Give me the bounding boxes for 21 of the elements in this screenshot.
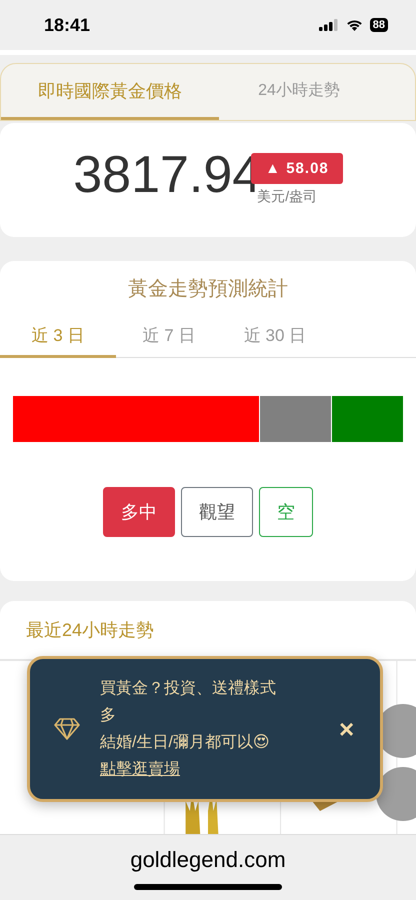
close-button[interactable]: × (335, 715, 358, 743)
forecast-option-button[interactable]: 空 (259, 487, 313, 537)
promo-text: 買黃金？投資、送禮樣式多 (100, 678, 277, 726)
period-tab[interactable]: 近 7 日 (116, 316, 222, 358)
period-tab[interactable]: 近 30 日 (222, 316, 328, 358)
tab[interactable]: 24小時走勢 (219, 64, 379, 120)
period-tab[interactable]: 近 3 日 (0, 316, 116, 358)
tab[interactable]: 即時國際黃金價格 (1, 64, 219, 120)
battery-level: 88 (370, 18, 388, 32)
shop-link[interactable]: 點擊逛賣場 (100, 756, 180, 783)
diamond-icon (54, 718, 80, 740)
promo-text: 結婚/生日/彌月都可以😍 (100, 732, 271, 753)
trend-title: 最近24小時走勢 (26, 619, 154, 642)
forecast-title: 黃金走勢預測統計 (127, 277, 289, 302)
forecast-option-button[interactable]: 觀望 (181, 487, 253, 537)
forecast-option-button[interactable]: 多中 (103, 487, 175, 537)
status-time: 18:41 (44, 14, 90, 36)
wifi-icon (346, 19, 363, 31)
price-change-badge: ▲ 58.08 (251, 153, 343, 184)
address-bar[interactable]: goldlegend.com (130, 847, 286, 873)
signal-icon (318, 19, 339, 31)
